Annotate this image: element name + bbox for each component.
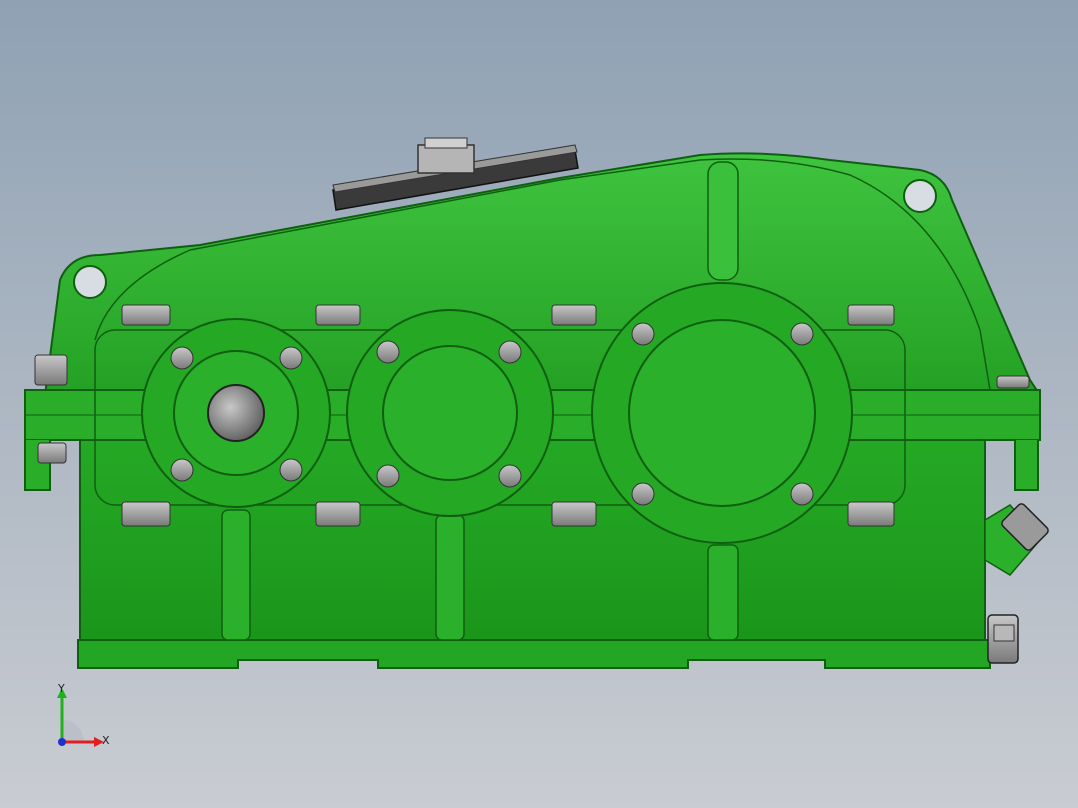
z-axis <box>58 738 66 746</box>
bolt <box>790 322 814 346</box>
bolt <box>631 482 655 506</box>
bolt <box>170 346 194 370</box>
coordinate-triad: Y X <box>57 682 110 747</box>
gearbox-model[interactable] <box>0 0 1078 808</box>
bolt <box>376 340 400 364</box>
lifting-lug-hole <box>903 179 937 213</box>
rib <box>707 544 739 641</box>
bearing-cap-right[interactable] <box>591 282 853 544</box>
bolt <box>631 322 655 346</box>
bearing-cap-left[interactable] <box>141 318 331 508</box>
base-foot <box>77 639 991 669</box>
y-axis-label: Y <box>57 682 65 695</box>
cad-viewport[interactable]: Y X <box>0 0 1078 808</box>
oil-level-fitting[interactable] <box>984 502 1050 576</box>
bolt <box>498 340 522 364</box>
x-axis-label: X <box>102 734 110 747</box>
lifting-lug-hole <box>73 265 107 299</box>
bolt <box>170 458 194 482</box>
bolt <box>376 464 400 488</box>
rib <box>221 509 251 641</box>
bolt <box>279 346 303 370</box>
input-shaft[interactable] <box>207 384 265 442</box>
bearing-cap-middle[interactable] <box>346 309 554 517</box>
breather-plug <box>417 144 475 174</box>
rib <box>707 161 739 281</box>
drain-plug[interactable] <box>987 614 1019 664</box>
bolt <box>790 482 814 506</box>
bolt <box>498 464 522 488</box>
bolt <box>279 458 303 482</box>
rib <box>435 514 465 641</box>
